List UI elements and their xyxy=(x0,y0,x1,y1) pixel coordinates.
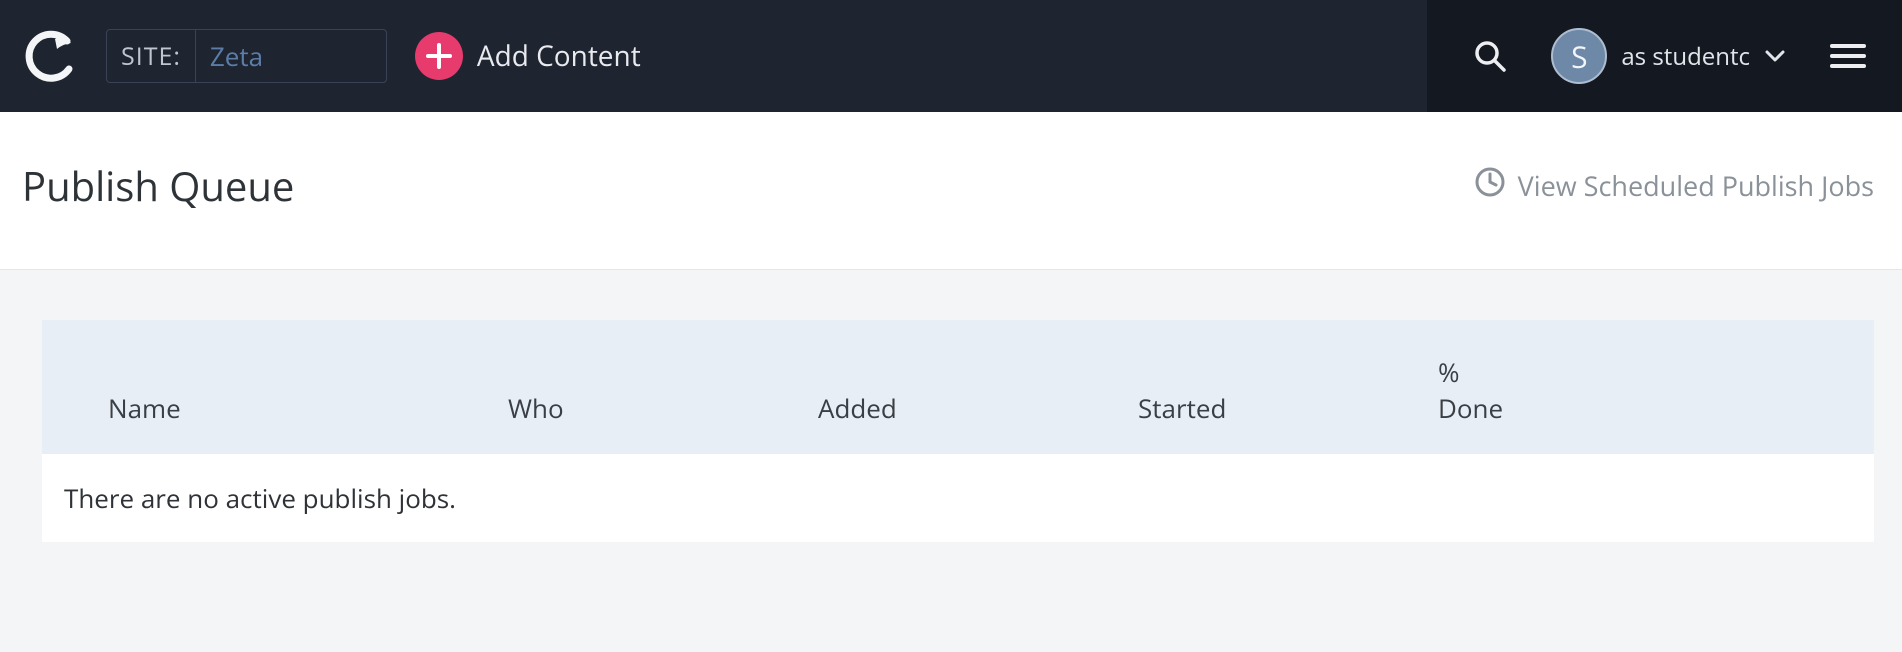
page-title: Publish Queue xyxy=(22,158,294,213)
page-header: Publish Queue View Scheduled Publish Job… xyxy=(0,112,1902,270)
clock-icon xyxy=(1474,166,1506,206)
user-as-label: as studentc xyxy=(1621,40,1750,73)
site-selector-label: SITE: xyxy=(107,30,196,82)
add-content-button[interactable]: Add Content xyxy=(415,32,641,80)
hamburger-menu-icon[interactable] xyxy=(1830,42,1866,70)
site-selector[interactable]: SITE: Zeta xyxy=(106,29,387,83)
column-header-added: Added xyxy=(818,390,1138,426)
table-header-row: Name Who Added Started % Done xyxy=(42,320,1874,454)
view-scheduled-jobs-label: View Scheduled Publish Jobs xyxy=(1518,167,1874,204)
column-header-who: Who xyxy=(508,390,818,426)
user-menu[interactable]: S as studentc xyxy=(1551,28,1786,84)
search-icon[interactable] xyxy=(1473,39,1507,73)
content-area: Name Who Added Started % Done There are … xyxy=(0,270,1902,652)
topbar-right: S as studentc xyxy=(1427,0,1902,112)
topbar-left: SITE: Zeta Add Content xyxy=(0,0,1427,112)
empty-state-message: There are no active publish jobs. xyxy=(42,454,1874,542)
chevron-down-icon xyxy=(1764,45,1786,67)
app-logo-icon[interactable] xyxy=(22,28,78,84)
topbar: SITE: Zeta Add Content S as studentc xyxy=(0,0,1902,112)
add-content-label: Add Content xyxy=(477,37,641,75)
column-header-started: Started xyxy=(1138,390,1438,426)
column-header-name: Name xyxy=(108,390,508,426)
publish-queue-table: Name Who Added Started % Done There are … xyxy=(42,320,1874,542)
plus-icon xyxy=(415,32,463,80)
column-header-pct-done: % Done xyxy=(1438,354,1528,426)
site-selector-value: Zeta xyxy=(196,30,386,82)
view-scheduled-jobs-link[interactable]: View Scheduled Publish Jobs xyxy=(1474,166,1874,206)
avatar: S xyxy=(1551,28,1607,84)
